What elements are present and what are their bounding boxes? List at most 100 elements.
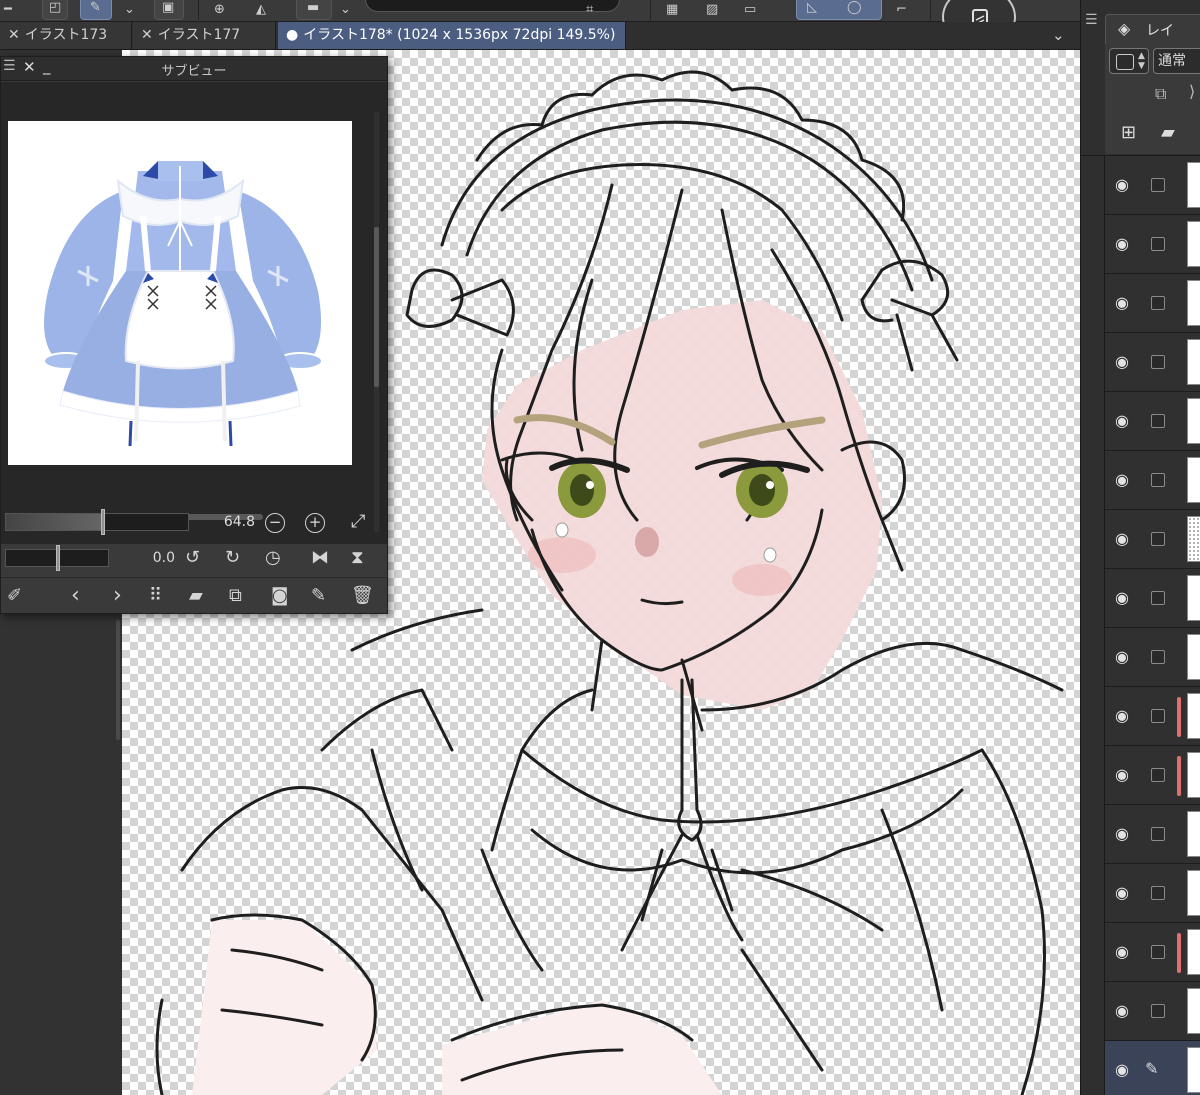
layer-row[interactable]: ◉ [1105, 451, 1200, 510]
layer-row[interactable]: ◉ [1105, 392, 1200, 451]
layer-row[interactable]: ◉ [1105, 805, 1200, 864]
visibility-eye-icon[interactable]: ◉ [1111, 882, 1133, 904]
sub-view-titlebar[interactable]: ☰ ✕ _ サブビュー [1, 57, 387, 81]
layer-row[interactable]: ◉ [1105, 923, 1200, 982]
menu-icon[interactable]: ☰ [1085, 12, 1098, 28]
tab-modified-dot-icon[interactable]: ● [286, 27, 298, 43]
layer-lock-checkbox[interactable] [1151, 355, 1165, 369]
layer-lock-checkbox[interactable] [1151, 1004, 1165, 1018]
layer-lock-checkbox[interactable] [1151, 237, 1165, 251]
sub-view-viewport[interactable] [1, 82, 387, 544]
open-folder-icon[interactable]: ▰ [189, 586, 203, 606]
visibility-eye-icon[interactable]: ◉ [1111, 528, 1133, 550]
flip-vertical-icon[interactable]: ⧗ [351, 548, 364, 568]
zoom-out-button[interactable]: − [265, 513, 285, 533]
visibility-eye-icon[interactable]: ◉ [1111, 410, 1133, 432]
layer-row[interactable]: ◉ [1105, 569, 1200, 628]
eyedropper-icon[interactable]: ✐ [7, 586, 22, 606]
select-icon[interactable]: ▭ [744, 2, 756, 18]
layer-lock-checkbox[interactable] [1151, 473, 1165, 487]
layer-lock-checkbox[interactable] [1151, 827, 1165, 841]
import-image-icon[interactable]: ⧉ [229, 586, 242, 606]
new-folder-icon[interactable]: ▰ [1161, 122, 1175, 143]
layer-lock-checkbox[interactable] [1151, 768, 1165, 782]
fill-icon[interactable]: ◭ [256, 2, 266, 18]
visibility-eye-icon[interactable]: ◉ [1111, 351, 1133, 373]
visibility-eye-icon[interactable]: ◉ [1111, 1059, 1133, 1081]
chevron-down-icon[interactable]: ⌄ [340, 2, 351, 18]
ruler-button[interactable]: ▬ [296, 0, 332, 20]
menu-icon[interactable]: ━ [4, 2, 12, 18]
tab-close-icon[interactable]: ✕ [8, 27, 20, 43]
layer-lock-checkbox[interactable] [1151, 591, 1165, 605]
layer-row[interactable]: ◉ [1105, 333, 1200, 392]
tab-layers[interactable]: ◈ レイ [1105, 14, 1200, 44]
layer-lock-checkbox[interactable] [1151, 945, 1165, 959]
layer-row[interactable]: ◉ [1105, 864, 1200, 923]
layer-lock-checkbox[interactable] [1151, 532, 1165, 546]
fit-view-icon[interactable]: ⤢ [351, 512, 365, 532]
reference-layer-icon[interactable]: ⧉ [1155, 84, 1166, 104]
selection-tools-group[interactable]: ◺ ◯ [796, 0, 882, 20]
camera-icon[interactable]: ◙ [271, 586, 288, 606]
stamp-button[interactable]: ▣ [154, 0, 184, 20]
layer-row[interactable]: ◉ [1105, 274, 1200, 333]
sub-view-vertical-scroll-thumb[interactable] [374, 227, 379, 387]
visibility-eye-icon[interactable]: ◉ [1111, 292, 1133, 314]
tab-illust-177[interactable]: ✕ イラスト177 [133, 22, 276, 49]
chevron-down-icon[interactable]: ⌄ [124, 2, 135, 18]
layer-lock-checkbox[interactable] [1151, 296, 1165, 310]
visibility-eye-icon[interactable]: ◉ [1111, 705, 1133, 727]
layer-lock-checkbox[interactable] [1151, 886, 1165, 900]
layer-lock-checkbox[interactable] [1151, 709, 1165, 723]
tab-close-icon[interactable]: ✕ [141, 27, 153, 43]
image-grid-icon[interactable]: ⠿ [149, 586, 162, 606]
visibility-eye-icon[interactable]: ◉ [1111, 233, 1133, 255]
visibility-eye-icon[interactable]: ◉ [1111, 174, 1133, 196]
visibility-eye-icon[interactable]: ◉ [1111, 823, 1133, 845]
previous-image-icon[interactable]: ‹ [71, 585, 80, 607]
canvas-scrollbar[interactable] [116, 620, 120, 740]
layer-row[interactable]: ◉ [1105, 215, 1200, 274]
corner-icon[interactable]: ⌐ [896, 2, 907, 18]
rotate-left-icon[interactable]: ↺ [185, 548, 200, 568]
layer-lock-checkbox[interactable] [1151, 178, 1165, 192]
crop-icon[interactable]: ⌗ [586, 2, 593, 18]
visibility-eye-icon[interactable]: ◉ [1111, 587, 1133, 609]
grid-icon[interactable]: ▦ [666, 2, 678, 18]
tab-illust-178[interactable]: ● イラスト178* (1024 x 1536px 72dpi 149.5%) [278, 22, 626, 49]
zoom-in-button[interactable]: + [305, 513, 325, 533]
zoom-slider[interactable] [5, 513, 189, 531]
layer-row[interactable]: ◉ [1105, 982, 1200, 1041]
clip-icon[interactable]: ⟩ [1189, 82, 1195, 101]
trash-icon[interactable]: 🗑 [351, 586, 374, 606]
visibility-eye-icon[interactable]: ◉ [1111, 764, 1133, 786]
visibility-eye-icon[interactable]: ◉ [1111, 469, 1133, 491]
layer-lock-checkbox[interactable] [1151, 414, 1165, 428]
zoom-slider-handle[interactable] [101, 509, 106, 535]
layer-row[interactable]: ◉ [1105, 687, 1200, 746]
visibility-eye-icon[interactable]: ◉ [1111, 1000, 1133, 1022]
layer-row[interactable]: ◉ ✎ [1105, 1041, 1200, 1095]
toolbar-pill[interactable] [365, 0, 620, 12]
pen-tool-button[interactable]: ✎ [80, 0, 112, 20]
blend-mode-select[interactable]: 通常 [1153, 48, 1200, 74]
new-layer-icon[interactable]: ⊞ [1121, 122, 1136, 143]
layer-row[interactable]: ◉ [1105, 510, 1200, 569]
layer-lock-checkbox[interactable] [1151, 650, 1165, 664]
eraser-icon[interactable]: ▨ [706, 2, 718, 18]
edit-image-icon[interactable]: ✎ [311, 586, 326, 606]
next-image-icon[interactable]: › [113, 585, 122, 607]
visibility-eye-icon[interactable]: ◉ [1111, 941, 1133, 963]
rotate-right-icon[interactable]: ↻ [225, 548, 240, 568]
rotation-slider-handle[interactable] [56, 545, 60, 571]
layer-row[interactable]: ◉ [1105, 746, 1200, 805]
chevron-down-icon[interactable]: ⌄ [1052, 26, 1065, 44]
export-button[interactable]: ◰ [42, 0, 68, 20]
reset-rotation-icon[interactable]: ◷ [265, 548, 281, 568]
visibility-eye-icon[interactable]: ◉ [1111, 646, 1133, 668]
layer-row[interactable]: ◉ [1105, 628, 1200, 687]
flip-horizontal-icon[interactable]: ⧓ [311, 548, 329, 568]
layer-add-icon[interactable]: ⊕ [214, 2, 225, 18]
layer-row[interactable]: ◉ [1105, 156, 1200, 215]
